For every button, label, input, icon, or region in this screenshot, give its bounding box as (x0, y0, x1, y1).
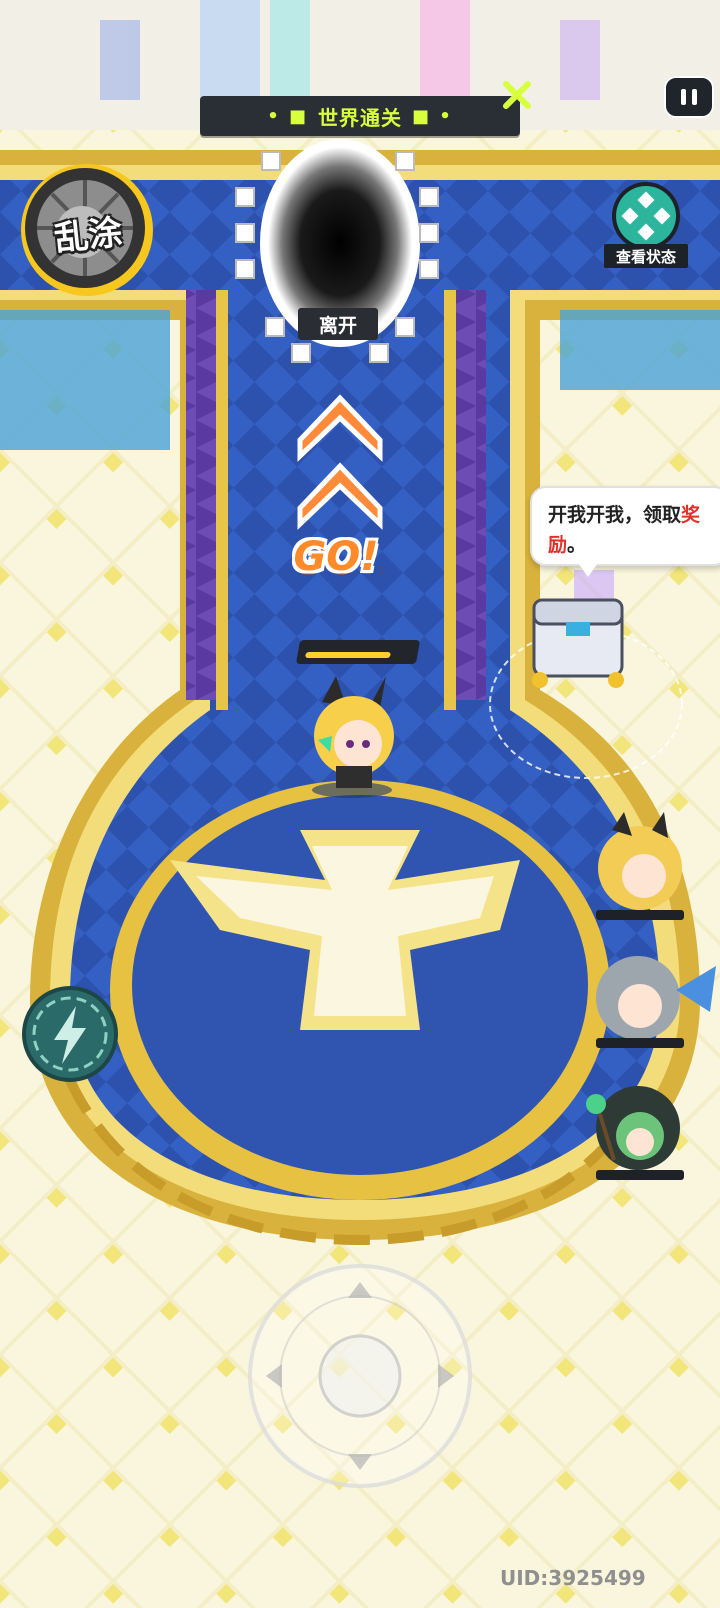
objective-banner: • ■ 世界通关 ■ • (200, 96, 520, 136)
party-member-hp-bar (596, 910, 684, 920)
bubble-highlight-a: 奖 (681, 504, 701, 526)
banner-right-dots: ■ • (412, 105, 453, 127)
energy-skill-button[interactable] (22, 986, 118, 1082)
go-indicator: GO! (293, 534, 379, 580)
party-member-3[interactable] (594, 1080, 690, 1180)
portal-leave-label[interactable]: 离开 (298, 308, 378, 340)
treasure-chest[interactable] (520, 590, 640, 690)
view-status-label: 查看状态 (604, 244, 688, 268)
pause-icon-bar-right (692, 89, 697, 105)
party-member-1[interactable] (594, 820, 690, 920)
hero-character (310, 680, 400, 790)
pause-button[interactable] (664, 76, 714, 118)
pause-icon-bar-left (681, 89, 686, 105)
party-member-2[interactable] (594, 950, 690, 1050)
bubble-highlight-b: 励 (548, 534, 568, 556)
bubble-tail (578, 563, 598, 577)
objective-title: 世界通关 (318, 105, 402, 130)
banner-left-dots: • ■ (267, 105, 308, 127)
user-id-label: UID:3925499 (500, 1566, 646, 1590)
joystick-icon (318, 1334, 402, 1418)
movement-joystick[interactable] (246, 1262, 474, 1490)
bubble-tail-text: 。 (567, 534, 587, 556)
party-member-hp-bar (596, 1170, 684, 1180)
hero-hp-bar (295, 640, 421, 664)
party-member-hp-bar (596, 1038, 684, 1048)
x-icon (503, 81, 531, 109)
graffiti-skill-label: 乱涂 (52, 212, 125, 260)
hero-hp-fill (304, 652, 391, 658)
graffiti-skill-button[interactable]: 乱涂 (12, 158, 162, 298)
chest-speech-bubble: 开我开我，领取奖 励。 (530, 486, 720, 566)
bubble-text: 开我开我，领取 (548, 504, 682, 526)
